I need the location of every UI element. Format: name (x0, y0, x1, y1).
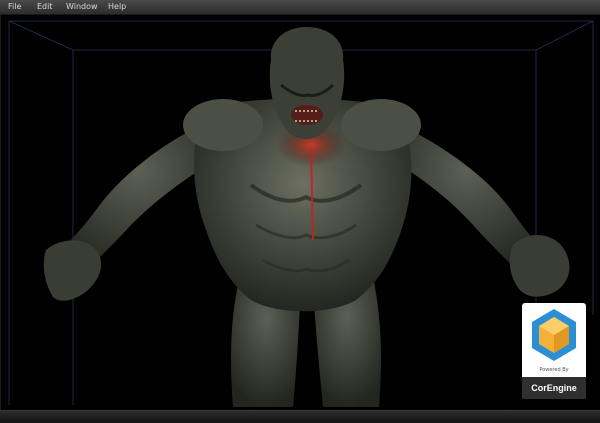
menu-bar: File Edit Window Help (0, 0, 600, 15)
corengine-badge: Powered By CorEngine (522, 303, 586, 399)
engine-name: CorEngine (522, 377, 586, 399)
menu-file[interactable]: File (8, 1, 21, 13)
corengine-logo-icon (532, 309, 576, 361)
menu-help[interactable]: Help (108, 1, 126, 13)
status-bar (0, 410, 600, 423)
creature-model (43, 27, 570, 407)
3d-viewport[interactable] (0, 15, 600, 410)
scene-render (8, 20, 594, 407)
menu-window[interactable]: Window (66, 1, 98, 13)
powered-by-label: Powered By (539, 367, 569, 373)
menu-edit[interactable]: Edit (37, 1, 53, 13)
